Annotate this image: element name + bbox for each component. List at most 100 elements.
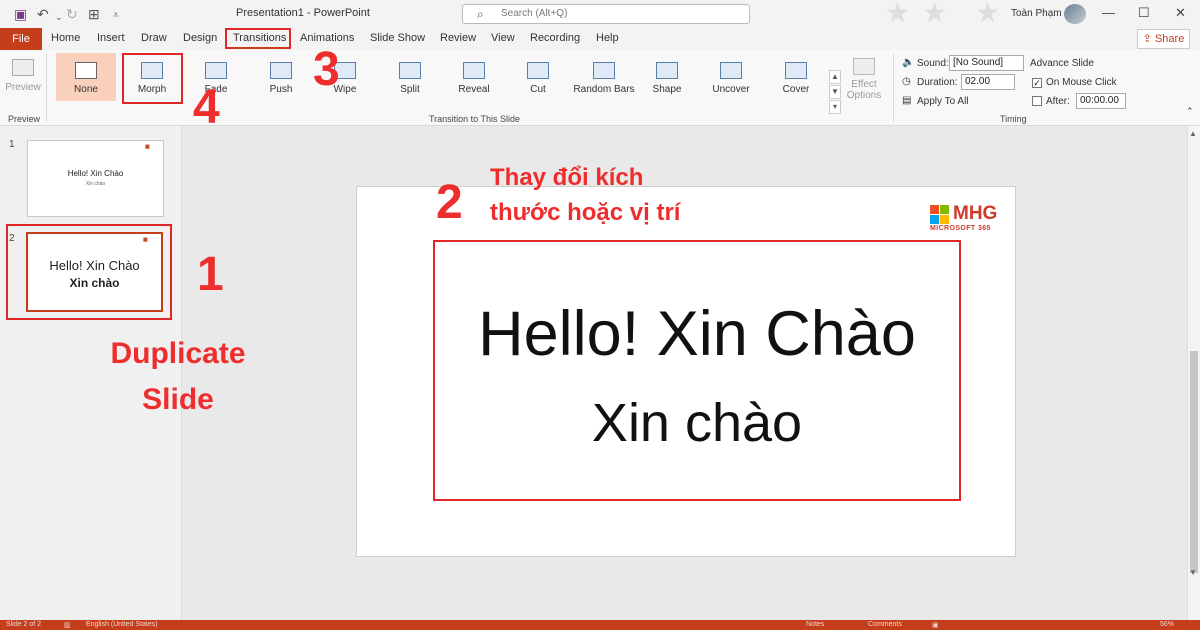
language-status[interactable]: English (United States) bbox=[86, 621, 158, 628]
transition-none[interactable]: None bbox=[56, 53, 116, 101]
annotation-text-line: Slide bbox=[142, 383, 214, 416]
tab-help[interactable]: Help bbox=[596, 32, 619, 44]
normal-view-icon[interactable]: ▣ bbox=[932, 621, 939, 629]
transition-label: Random Bars bbox=[573, 84, 635, 95]
effect-options-icon bbox=[853, 58, 875, 75]
text-box[interactable]: Hello! Xin Chào Xin chào bbox=[433, 240, 961, 501]
after-label: After: bbox=[1046, 96, 1070, 107]
slide-canvas[interactable]: MHG MICROSOFT 365 Hello! Xin Chào Xin ch… bbox=[356, 186, 1016, 557]
transition-uncover[interactable]: Uncover bbox=[701, 53, 761, 101]
avatar[interactable] bbox=[1064, 4, 1086, 24]
annotation-step-3: 3 bbox=[313, 43, 340, 96]
tab-home[interactable]: Home bbox=[51, 32, 80, 44]
logo-square bbox=[940, 215, 949, 224]
search-box[interactable]: ⌕ Search (Alt+Q) bbox=[462, 4, 750, 24]
scrollbar-thumb[interactable] bbox=[1190, 351, 1198, 573]
on-mouse-click-label: On Mouse Click bbox=[1046, 77, 1117, 88]
after-checkbox[interactable] bbox=[1032, 96, 1042, 106]
effect-options-label: Effect Options bbox=[846, 79, 882, 101]
tab-file[interactable]: File bbox=[0, 28, 42, 50]
clock-icon: ◷ bbox=[902, 76, 911, 87]
customize-toolbar-icon[interactable]: ⩡ bbox=[113, 8, 119, 24]
after-value: 00:00.00 bbox=[1080, 95, 1119, 106]
annotation-step-1: 1 bbox=[197, 248, 224, 301]
tab-review[interactable]: Review bbox=[440, 32, 476, 44]
transition-label: Cover bbox=[782, 84, 810, 95]
tab-insert[interactable]: Insert bbox=[97, 32, 125, 44]
gallery-up-icon[interactable]: ▲ bbox=[829, 70, 841, 84]
document-title: Presentation1 - PowerPoint bbox=[236, 7, 370, 19]
spelling-icon[interactable]: ▥ bbox=[64, 621, 71, 629]
tab-design[interactable]: Design bbox=[183, 32, 217, 44]
sound-select[interactable]: [No Sound] bbox=[949, 55, 1024, 71]
transition-random-bars-icon bbox=[593, 62, 615, 79]
thumb-title: Hello! Xin Chào bbox=[67, 169, 124, 178]
close-icon[interactable]: ✕ bbox=[1175, 5, 1186, 21]
apply-all-icon: ▤ bbox=[902, 95, 912, 106]
slide-number: 1 bbox=[9, 139, 15, 150]
minimize-icon[interactable]: — bbox=[1102, 5, 1115, 20]
gallery-more-icon[interactable]: ▾ bbox=[829, 100, 841, 114]
tab-slide-show[interactable]: Slide Show bbox=[370, 32, 425, 44]
sound-label: Sound: bbox=[917, 58, 949, 69]
redo-icon[interactable]: ↻ bbox=[66, 6, 78, 22]
save-icon[interactable]: ▣ bbox=[14, 6, 27, 22]
logo-square bbox=[930, 215, 939, 224]
duration-value: 02.00 bbox=[965, 76, 991, 87]
undo-icon[interactable]: ↶ bbox=[37, 6, 49, 22]
scroll-down-icon[interactable]: ▼ bbox=[1189, 568, 1197, 577]
collapse-ribbon-icon[interactable]: ⌃ bbox=[1186, 106, 1194, 117]
zoom-level[interactable]: 56% bbox=[1160, 621, 1174, 628]
tab-recording[interactable]: Recording bbox=[530, 32, 580, 44]
gallery-down-icon[interactable]: ▼ bbox=[829, 85, 841, 99]
after-input[interactable]: 00:00.00 bbox=[1076, 93, 1126, 109]
chevron-down-icon[interactable]: ⌄ bbox=[55, 9, 63, 25]
divider bbox=[893, 54, 894, 122]
tab-draw[interactable]: Draw bbox=[141, 32, 167, 44]
slide-editor: MHG MICROSOFT 365 Hello! Xin Chào Xin ch… bbox=[183, 126, 1187, 620]
logo-text: MHG bbox=[953, 203, 998, 224]
transition-shape-icon bbox=[656, 62, 678, 79]
share-button[interactable]: ⇪ Share bbox=[1137, 29, 1190, 49]
transition-label: Push bbox=[269, 84, 293, 95]
effect-options-button[interactable]: Effect Options bbox=[843, 58, 885, 101]
present-icon[interactable]: ⊞ bbox=[88, 6, 100, 22]
mini-logo-icon: ▦ bbox=[145, 144, 150, 150]
transition-split[interactable]: Split bbox=[380, 53, 440, 101]
duration-input[interactable]: 02.00 bbox=[961, 74, 1015, 90]
share-label: Share bbox=[1154, 33, 1185, 45]
notes-button[interactable]: Notes bbox=[806, 621, 824, 628]
title-bar: ▣ ↶ ⌄ ↻ ⊞ ⩡ Presentation1 - PowerPoint ⌕… bbox=[0, 0, 1200, 28]
transition-cut[interactable]: Cut bbox=[508, 53, 568, 101]
on-mouse-click-checkbox[interactable]: ✓ bbox=[1032, 78, 1042, 88]
slide-thumbnail-1[interactable]: ▦ Hello! Xin Chào Xin chào bbox=[27, 140, 164, 217]
decorative-star-icon: ★ bbox=[922, 0, 948, 28]
decorative-star-icon: ★ bbox=[975, 0, 1001, 28]
search-placeholder: Search (Alt+Q) bbox=[501, 8, 568, 19]
annotation-text-line: thước hoặc vị trí bbox=[490, 199, 681, 226]
annotation-text-line: Duplicate bbox=[110, 337, 246, 370]
transition-uncover-icon bbox=[720, 62, 742, 79]
transition-shape[interactable]: Shape bbox=[637, 53, 697, 101]
duration-label: Duration: bbox=[917, 77, 958, 88]
transition-random-bars[interactable]: Random Bars bbox=[571, 53, 637, 101]
status-bar: Slide 2 of 2 ▥ English (United States) N… bbox=[0, 620, 1200, 630]
transition-reveal[interactable]: Reveal bbox=[444, 53, 504, 101]
scroll-up-icon[interactable]: ▲ bbox=[1189, 129, 1197, 138]
maximize-icon[interactable]: ☐ bbox=[1138, 5, 1150, 21]
vertical-scrollbar[interactable]: ▲ ▼ bbox=[1187, 126, 1200, 620]
search-icon: ⌕ bbox=[477, 7, 484, 21]
tab-view[interactable]: View bbox=[491, 32, 515, 44]
decorative-star-icon: ★ bbox=[885, 0, 911, 28]
apply-to-all-button[interactable]: Apply To All bbox=[917, 96, 969, 107]
annotation-step-4: 4 bbox=[193, 81, 220, 134]
divider bbox=[46, 54, 47, 122]
comments-button[interactable]: Comments bbox=[868, 621, 902, 628]
transition-label: Shape bbox=[652, 84, 682, 95]
user-name: Toàn Phạm bbox=[1011, 8, 1062, 19]
transition-cover[interactable]: Cover bbox=[766, 53, 826, 101]
preview-button[interactable]: Preview bbox=[0, 53, 46, 101]
transition-label: Uncover bbox=[712, 84, 750, 95]
preview-label: Preview bbox=[5, 82, 41, 93]
transition-push[interactable]: Push bbox=[251, 53, 311, 101]
